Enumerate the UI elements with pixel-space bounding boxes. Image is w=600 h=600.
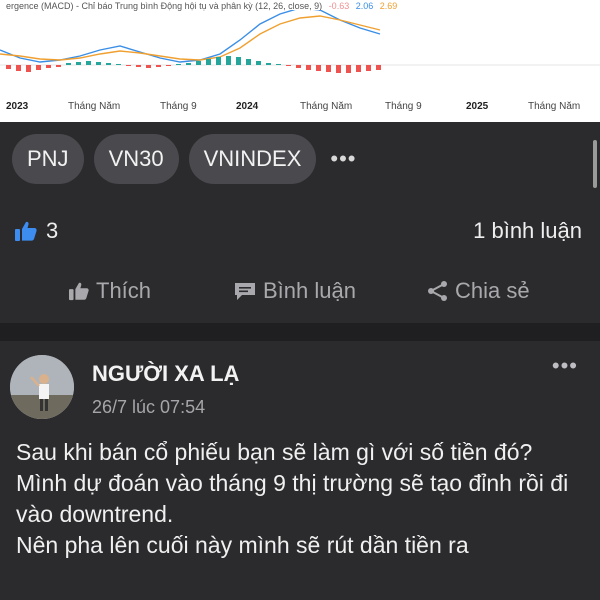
comment-line: Mình dự đoán vào tháng 9 thị trường sẽ t… xyxy=(16,470,569,527)
histogram-bar xyxy=(116,64,121,65)
histogram-bar xyxy=(106,63,111,65)
thumbs-up-icon xyxy=(69,282,89,301)
histogram-bar xyxy=(376,65,381,70)
histogram-bar xyxy=(16,65,21,71)
scrollbar-thumb[interactable] xyxy=(593,140,597,188)
histogram-bar xyxy=(76,62,81,65)
tag-chip[interactable]: VNINDEX xyxy=(188,134,317,184)
histogram-bar xyxy=(226,56,231,65)
histogram-bar xyxy=(296,65,301,68)
comment-count[interactable]: 1 bình luận xyxy=(473,218,582,244)
histogram-bar xyxy=(66,63,71,65)
histogram-bar xyxy=(126,65,131,66)
axis-label: 2024 xyxy=(236,101,259,112)
axis-label: Tháng Năm xyxy=(528,101,581,112)
share-icon xyxy=(428,281,447,301)
macd-line xyxy=(0,10,381,63)
histogram-bar xyxy=(36,65,41,70)
avatar-photo xyxy=(10,355,74,419)
histogram-bar xyxy=(136,65,141,67)
tag-chip[interactable]: VN30 xyxy=(93,134,179,184)
histogram-bar xyxy=(216,57,221,65)
comment-body: Sau khi bán cổ phiếu bạn sẽ làm gì với s… xyxy=(16,437,586,561)
macd-plot xyxy=(0,10,600,73)
comment-line: Sau khi bán cổ phiếu bạn sẽ làm gì với s… xyxy=(16,439,533,465)
axis-label: Tháng 9 xyxy=(385,101,422,112)
share-button[interactable]: Chia sẻ xyxy=(427,278,530,304)
post-timestamp: 26/7 lúc 07:54 xyxy=(92,397,206,417)
histogram-bar xyxy=(206,59,211,65)
histogram-bar xyxy=(276,64,281,65)
histogram-bar xyxy=(236,57,241,65)
share-button-label: Chia sẻ xyxy=(455,278,530,303)
like-count[interactable]: 3 xyxy=(14,218,58,244)
histogram-bar xyxy=(266,63,271,65)
axis-label: Tháng Năm xyxy=(300,101,353,112)
more-options-icon[interactable]: ••• xyxy=(552,353,578,379)
histogram-bar xyxy=(166,65,171,66)
histogram-bar xyxy=(196,61,201,65)
comment-card: NGƯỜI XA LẠ 26/7 lúc 07:54 ••• Sau khi b… xyxy=(0,341,600,600)
histogram-bar xyxy=(356,65,361,72)
comment-line: Nên pha lên cuối này mình sẽ rút dần tiề… xyxy=(16,532,469,558)
comment-button[interactable]: Bình luận xyxy=(233,278,356,304)
time-axis: 2023 Tháng Năm Tháng 9 2024 Tháng Năm Th… xyxy=(0,98,600,118)
macd-chart: ergence (MACD) - Chỉ báo Trung bình Động… xyxy=(0,0,600,122)
thumbs-up-icon xyxy=(15,221,37,241)
more-tags-icon[interactable]: ••• xyxy=(330,146,356,172)
histogram-bar xyxy=(316,65,321,71)
histogram-bar xyxy=(156,65,161,67)
like-button-label: Thích xyxy=(96,278,152,303)
tag-list: PNJ VN30 VNINDEX ••• xyxy=(12,134,357,184)
histogram-bar xyxy=(146,65,151,68)
histogram-bar xyxy=(26,65,31,72)
histogram-bar xyxy=(256,61,261,65)
signal-line xyxy=(0,15,381,61)
histogram-bar xyxy=(186,63,191,65)
axis-label: Tháng Năm xyxy=(68,101,121,112)
author-name[interactable]: NGƯỜI XA LẠ xyxy=(92,361,239,387)
like-button[interactable]: Thích xyxy=(68,278,151,304)
comment-button-label: Bình luận xyxy=(263,278,356,303)
avatar[interactable] xyxy=(10,355,74,419)
histogram-bar xyxy=(366,65,371,71)
histogram-bar xyxy=(96,62,101,65)
histogram-bar xyxy=(326,65,331,72)
histogram-bar xyxy=(46,65,51,68)
histogram-bar xyxy=(286,65,291,66)
histogram-bar xyxy=(176,64,181,65)
histogram-bar xyxy=(246,59,251,65)
like-count-value: 3 xyxy=(46,218,59,243)
histogram-bar xyxy=(56,65,61,67)
section-divider xyxy=(0,323,600,341)
histogram-bar xyxy=(346,65,351,73)
histogram-bar xyxy=(336,65,341,73)
histogram-bar xyxy=(306,65,311,70)
comment-icon xyxy=(235,283,255,300)
axis-label: 2023 xyxy=(6,101,29,112)
histogram-bar xyxy=(6,65,11,69)
histogram-bar xyxy=(86,61,91,65)
axis-label: 2025 xyxy=(466,101,489,112)
tag-chip[interactable]: PNJ xyxy=(12,134,84,184)
action-bar: Thích Bình luận Chia sẻ xyxy=(0,272,600,316)
axis-label: Tháng 9 xyxy=(160,101,197,112)
